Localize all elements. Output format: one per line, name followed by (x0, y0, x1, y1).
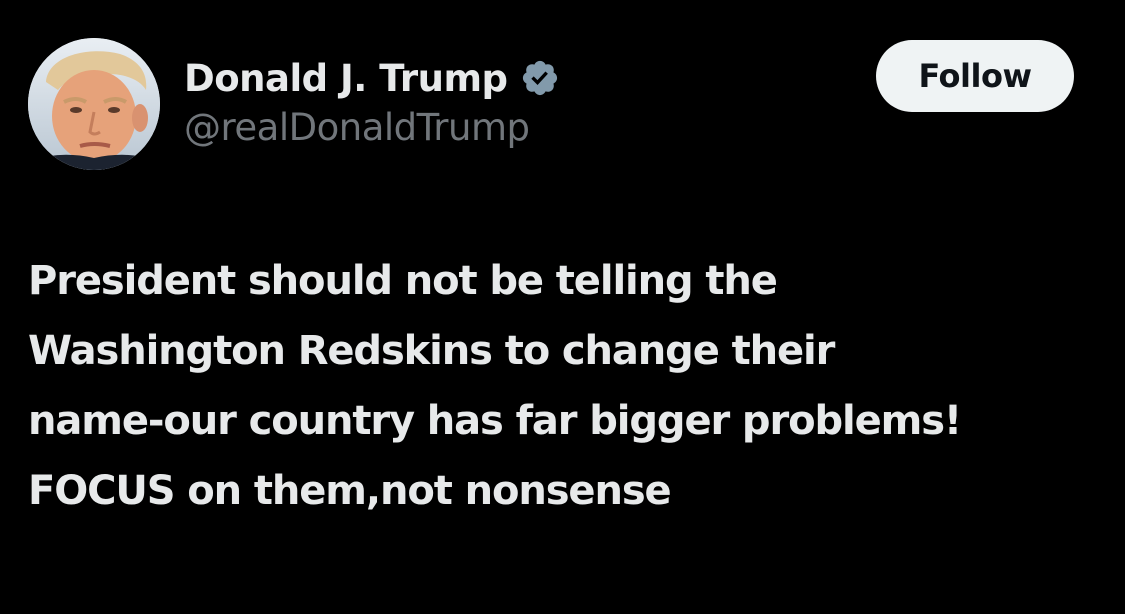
tweet-text-line: name-our country has far bigger problems… (28, 398, 962, 444)
tweet-text: President should not be telling the Wash… (28, 246, 1108, 526)
tweet-text-line: Washington Redskins to change their (28, 328, 835, 374)
follow-button[interactable]: Follow (876, 40, 1074, 112)
tweet-text-line: FOCUS on them,not nonsense (28, 468, 672, 514)
author-info: Donald J. Trump @realDonaldTrump (184, 54, 560, 149)
tweet-text-line: President should not be telling the (28, 258, 778, 304)
author-handle[interactable]: @realDonaldTrump (184, 106, 560, 149)
author-name-row: Donald J. Trump (184, 54, 560, 102)
author-display-name[interactable]: Donald J. Trump (184, 57, 508, 100)
verified-badge-icon[interactable] (520, 58, 560, 98)
author-avatar[interactable] (28, 38, 160, 170)
tweet-card: Donald J. Trump @realDonaldTrump Follow … (0, 0, 1125, 614)
avatar-image (28, 38, 160, 170)
